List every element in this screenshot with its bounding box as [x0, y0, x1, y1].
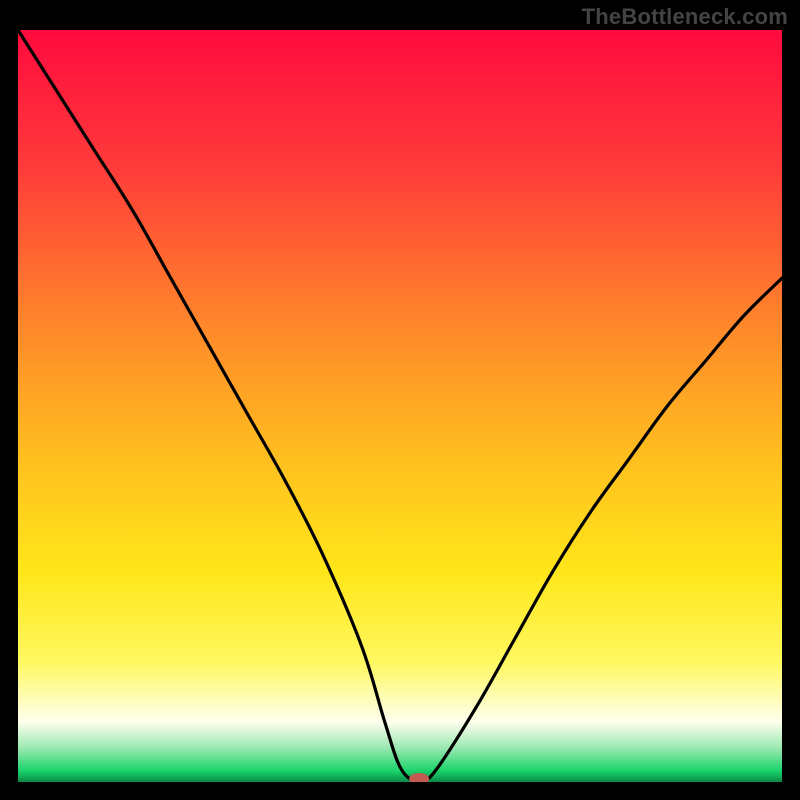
bottleneck-curve-chart [18, 30, 782, 782]
brand-text: TheBottleneck.com [582, 4, 788, 30]
plot-area [18, 30, 782, 782]
chart-stage: TheBottleneck.com [0, 0, 800, 800]
